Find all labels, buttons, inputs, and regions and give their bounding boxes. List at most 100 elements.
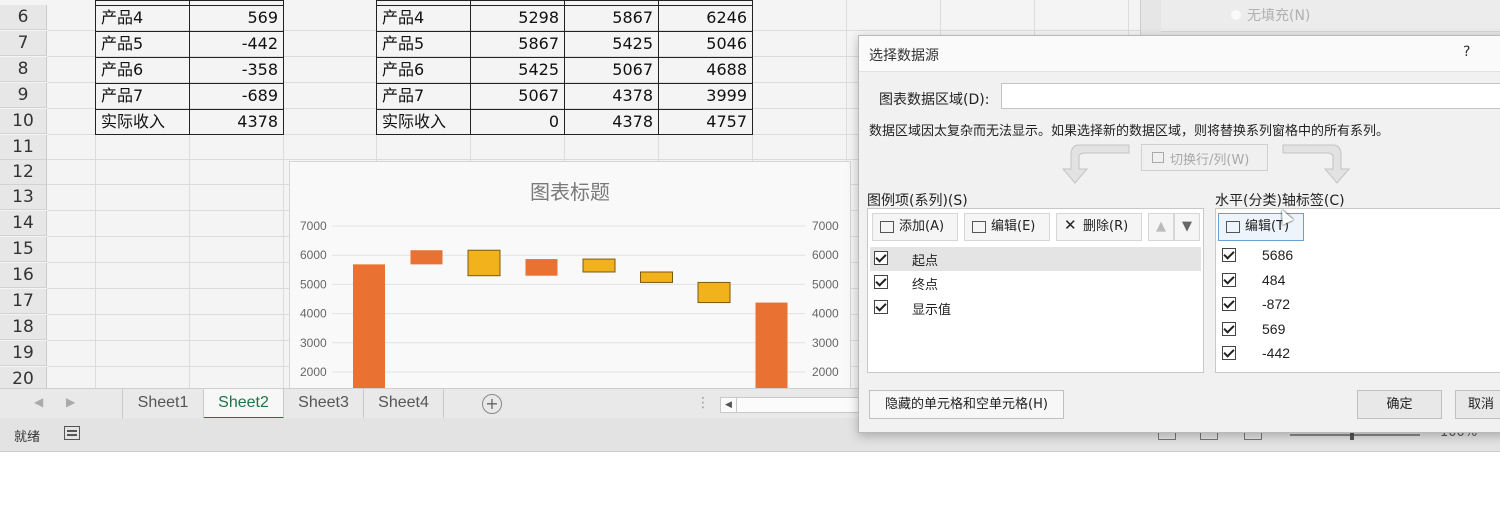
cell-value[interactable]: 4378 [190,109,282,134]
y-tick-label-left: 2000 [300,365,327,379]
axis-label-item[interactable]: 5686 [1218,244,1500,268]
axis-label-checkbox[interactable] [1222,248,1236,262]
axis-label-checkbox[interactable] [1222,346,1236,360]
axis-label-checkbox[interactable] [1222,297,1236,311]
cell-name[interactable]: 产品5 [97,31,187,56]
axis-label-checkbox[interactable] [1222,322,1236,336]
add-series-button[interactable]: 添加(A) [872,213,958,241]
chart-bar[interactable] [640,271,673,283]
cell-value[interactable]: 3999 [659,83,751,108]
zoom-slider[interactable] [1290,434,1420,436]
switch-row-column-button[interactable]: 切换行/列(W) [1141,144,1268,171]
cell-value[interactable]: 4757 [659,109,751,134]
row-header[interactable]: 18 [0,315,47,340]
row-header[interactable]: 7 [0,31,47,56]
series-name: 起点 [912,254,939,269]
cell-name[interactable]: 产品6 [378,57,468,82]
y-tick-label-right: 2000 [812,365,839,379]
edit-series-button[interactable]: 编辑(E) [964,213,1050,241]
cell-name[interactable]: 实际收入 [378,109,468,134]
cell-value[interactable]: 4378 [565,83,657,108]
row-header[interactable]: 17 [0,289,47,314]
row-header[interactable]: 9 [0,83,47,108]
axis-label-value: 5686 [1262,247,1294,263]
cell-value[interactable]: 5298 [471,5,563,30]
excel-window: 6 7 8 9 10 11 12 13 14 15 16 17 18 19 20… [0,0,1500,452]
series-checkbox[interactable] [874,300,888,314]
cell-name[interactable]: 产品4 [378,5,468,30]
tab-splitter-icon[interactable]: ⋮ [696,395,712,411]
help-button[interactable]: ? [1463,44,1470,60]
cell-value[interactable]: -689 [190,83,282,108]
chart-bar[interactable] [582,258,616,273]
cell-value[interactable]: 5425 [565,31,657,56]
row-header[interactable]: 15 [0,237,47,262]
chart-range-input[interactable] [1001,83,1500,109]
dialog-titlebar[interactable]: 选择数据源 ? [859,36,1500,72]
series-item[interactable]: 显示值 [870,296,1201,320]
no-fill-radio[interactable] [1231,10,1241,20]
row-header[interactable]: 19 [0,341,47,366]
axis-label-item[interactable]: 484 [1218,269,1500,293]
hidden-empty-cells-button[interactable]: 隐藏的单元格和空单元格(H) [869,390,1064,419]
cell-value[interactable]: 5867 [471,31,563,56]
cell-value[interactable]: 4378 [565,109,657,134]
cell-value[interactable]: 5425 [471,57,563,82]
sheet-tab-3[interactable]: Sheet3 [284,389,364,419]
macro-record-icon[interactable] [64,426,80,440]
cell-name[interactable]: 产品7 [97,83,187,108]
waterfall-chart[interactable]: 图表标题 7000 7000 6000 6000 5000 5000 4000 4000 300… [289,161,851,402]
prev-sheet-icon[interactable]: ◀ [34,395,43,409]
cell-value[interactable]: 4688 [659,57,751,82]
sheet-tab-1[interactable]: Sheet1 [122,389,204,419]
axis-label-item[interactable]: -872 [1218,293,1500,317]
scroll-left-icon[interactable]: ◀ [721,398,737,412]
series-checkbox[interactable] [874,275,888,289]
chart-bar[interactable] [467,249,501,277]
next-sheet-icon[interactable]: ▶ [66,395,75,409]
cell-name[interactable]: 产品5 [378,31,468,56]
axis-label-checkbox[interactable] [1222,273,1236,287]
cell-name[interactable]: 产品6 [97,57,187,82]
sheet-tab-4[interactable]: Sheet4 [364,389,444,419]
move-down-icon[interactable]: ▼ [1174,213,1200,241]
cell-value[interactable]: -442 [190,31,282,56]
row-header[interactable]: 10 [0,109,47,134]
chart-bar[interactable] [525,259,558,276]
row-header[interactable]: 16 [0,263,47,288]
chart-bar[interactable] [697,281,731,304]
cell-value[interactable]: 6246 [659,5,751,30]
cell-value[interactable]: 5067 [565,57,657,82]
add-sheet-icon[interactable]: + [482,394,502,414]
row-header[interactable]: 11 [0,135,47,160]
cell-value[interactable]: 5046 [659,31,751,56]
row-header[interactable]: 13 [0,185,47,210]
chart-bar[interactable] [353,264,385,402]
move-up-icon[interactable]: ▲ [1148,213,1174,241]
series-item[interactable]: 起点 [870,247,1201,271]
delete-series-button[interactable]: ✕ 删除(R) [1056,213,1142,241]
row-header[interactable]: 12 [0,160,47,185]
row-header[interactable]: 6 [0,5,47,30]
sheet-tab-2[interactable]: Sheet2 [204,389,284,419]
cell-name[interactable]: 产品4 [97,5,187,30]
ok-button[interactable]: 确定 [1357,390,1442,419]
row-header[interactable]: 8 [0,57,47,82]
series-checkbox[interactable] [874,251,888,265]
cell-value[interactable]: 0 [471,109,563,134]
cancel-button[interactable]: 取消 [1455,390,1500,419]
cell-value[interactable]: -358 [190,57,282,82]
axis-label-item[interactable]: -442 [1218,342,1500,366]
axis-label-item[interactable]: 569 [1218,318,1500,342]
series-item[interactable]: 终点 [870,271,1201,295]
cell-value[interactable]: 5067 [471,83,563,108]
cell-name[interactable]: 实际收入 [97,109,187,134]
cell-name[interactable]: 产品7 [378,83,468,108]
chart-bar[interactable] [410,250,443,265]
no-fill-label[interactable]: 无填充(N) [1247,5,1310,25]
horizontal-scrollbar[interactable]: ◀ [720,397,860,413]
cell-value[interactable]: 5867 [565,5,657,30]
cell-value[interactable]: 569 [190,5,282,30]
row-header[interactable]: 14 [0,211,47,236]
row-header[interactable]: 20 [0,367,47,388]
